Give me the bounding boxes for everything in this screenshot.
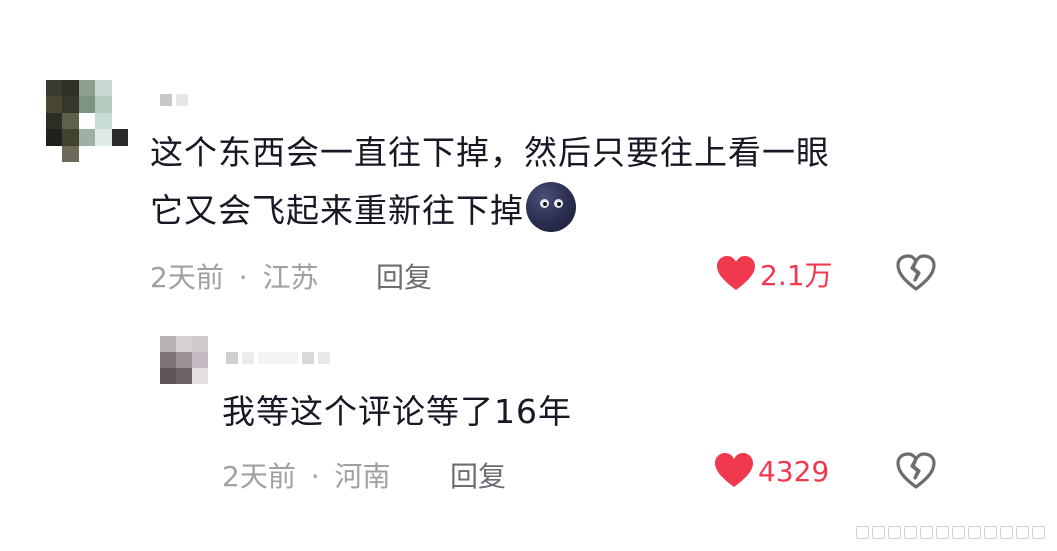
reply-avatar[interactable] — [160, 336, 208, 384]
comment-line: 这个东西会一直往下掉，然后只要往上看一眼 — [150, 133, 830, 172]
new-moon-face-icon — [526, 182, 576, 232]
heart-icon — [716, 256, 756, 292]
meta-separator: · — [310, 460, 320, 493]
reply-meta: 2天前 · 河南 — [222, 455, 391, 495]
like-button[interactable]: 4329 — [714, 453, 829, 489]
comment-meta: 2天前 · 江苏 — [150, 256, 319, 296]
reply-time: 2天前 — [222, 460, 296, 493]
comment-body: 这个东西会一直往下掉，然后只要往上看一眼 它又会飞起来重新往下掉 — [150, 124, 830, 240]
username[interactable] — [160, 94, 188, 106]
avatar[interactable] — [46, 80, 128, 162]
reply-location: 河南 — [334, 460, 391, 493]
broken-heart-icon[interactable] — [896, 254, 936, 292]
reply-line: 我等这个评论等了16年 — [222, 392, 572, 431]
meta-separator: · — [238, 261, 248, 294]
reply-button[interactable]: 回复 — [376, 256, 432, 296]
reply-button[interactable]: 回复 — [450, 455, 506, 495]
watermark — [856, 526, 1045, 539]
like-count: 2.1万 — [760, 259, 833, 292]
like-button[interactable]: 2.1万 — [716, 254, 833, 294]
reply-body: 我等这个评论等了16年 — [222, 383, 572, 441]
broken-heart-icon[interactable] — [896, 452, 936, 490]
heart-icon — [714, 453, 754, 489]
comment-line: 它又会飞起来重新往下掉 — [150, 191, 524, 230]
like-count: 4329 — [758, 454, 830, 488]
comment-location: 江苏 — [262, 261, 319, 294]
reply-username[interactable] — [226, 352, 330, 364]
comment-time: 2天前 — [150, 261, 224, 294]
